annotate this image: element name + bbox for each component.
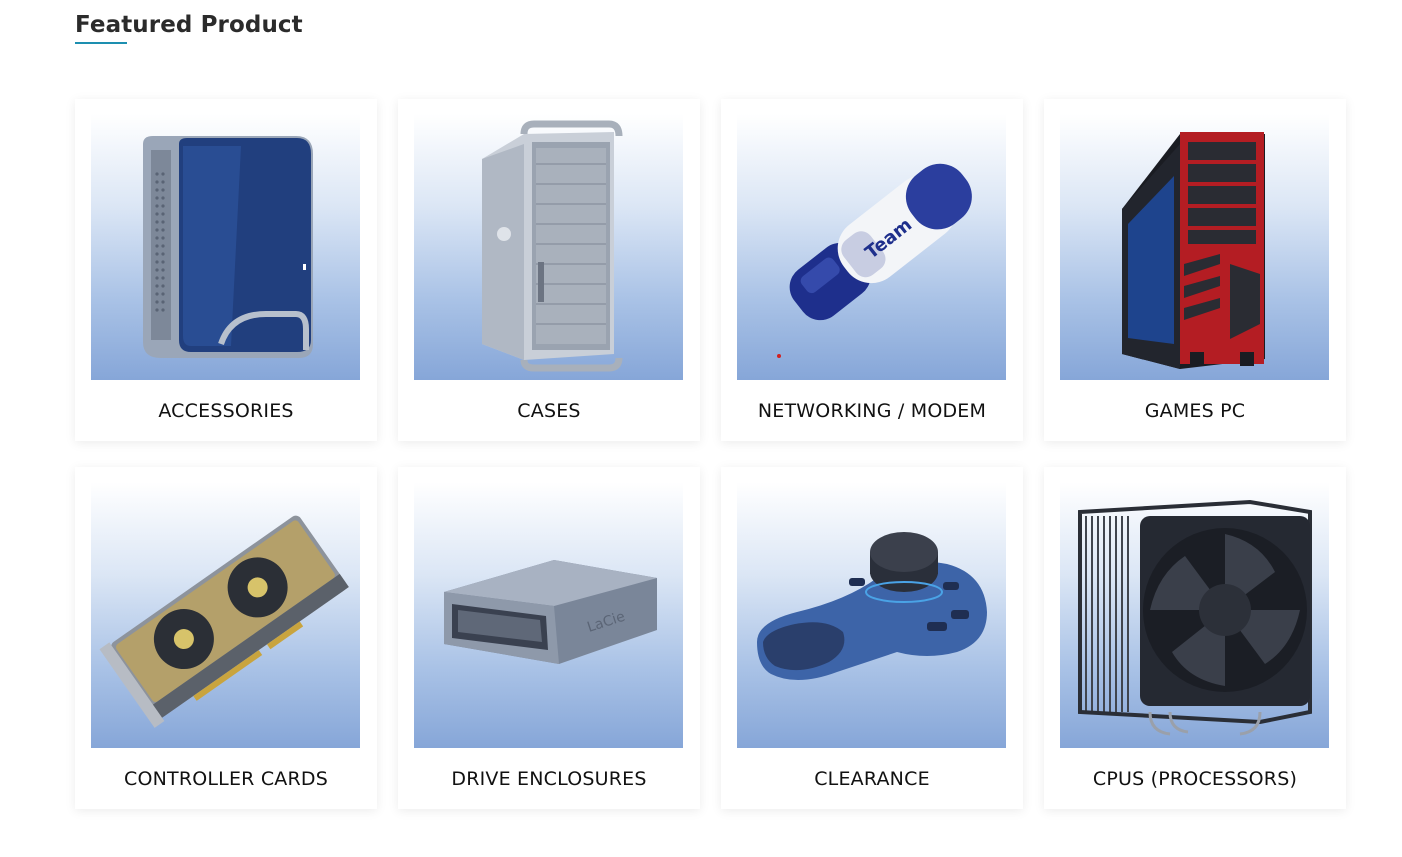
category-label[interactable]: ACCESSORIES — [91, 400, 361, 422]
category-image-games-pc[interactable] — [1060, 114, 1329, 380]
section-title: Featured Product — [75, 12, 303, 38]
category-label[interactable]: NETWORKING / MODEM — [737, 400, 1007, 422]
category-card-networking-modem[interactable]: Team NETWORKING / MODEM — [721, 99, 1023, 441]
3d-mouse-icon — [757, 532, 987, 681]
category-image-accessories[interactable] — [91, 114, 360, 380]
tower-case-icon — [482, 120, 623, 372]
category-label[interactable]: CLEARANCE — [737, 768, 1007, 790]
category-label[interactable]: CONTROLLER CARDS — [91, 768, 361, 790]
graphics-card-icon — [99, 515, 349, 728]
category-card-cases[interactable]: CASES — [398, 99, 700, 441]
category-label[interactable]: CPUS (PROCESSORS) — [1060, 768, 1330, 790]
category-image-cases[interactable] — [414, 114, 683, 380]
category-label[interactable]: GAMES PC — [1060, 400, 1330, 422]
usb-stick-icon: Team — [777, 163, 972, 358]
category-image-controller-cards[interactable] — [91, 482, 360, 748]
category-label[interactable]: DRIVE ENCLOSURES — [414, 768, 684, 790]
category-card-drive-enclosures[interactable]: LaCie DRIVE ENCLOSURES — [398, 467, 700, 809]
title-underline — [75, 42, 127, 44]
category-image-networking-modem[interactable]: Team — [737, 114, 1006, 380]
category-image-drive-enclosures[interactable]: LaCie — [414, 482, 683, 748]
category-card-controller-cards[interactable]: CONTROLLER CARDS — [75, 467, 377, 809]
category-label[interactable]: CASES — [414, 400, 684, 422]
cpu-cooler-icon — [1078, 499, 1312, 736]
external-hard-drive-icon — [143, 136, 313, 358]
category-card-games-pc[interactable]: GAMES PC — [1044, 99, 1346, 441]
category-card-clearance[interactable]: CLEARANCE — [721, 467, 1023, 809]
category-card-cpus-processors[interactable]: CPUS (PROCESSORS) — [1044, 467, 1346, 809]
category-card-accessories[interactable]: ACCESSORIES — [75, 99, 377, 441]
drive-enclosure-icon: LaCie — [444, 560, 657, 664]
gaming-pc-icon — [1122, 132, 1265, 369]
category-image-clearance[interactable] — [737, 482, 1006, 748]
product-category-grid: ACCESSORIES CASES Team NETWORKING / MODE… — [75, 99, 1346, 809]
category-image-cpus-processors[interactable] — [1060, 482, 1329, 748]
